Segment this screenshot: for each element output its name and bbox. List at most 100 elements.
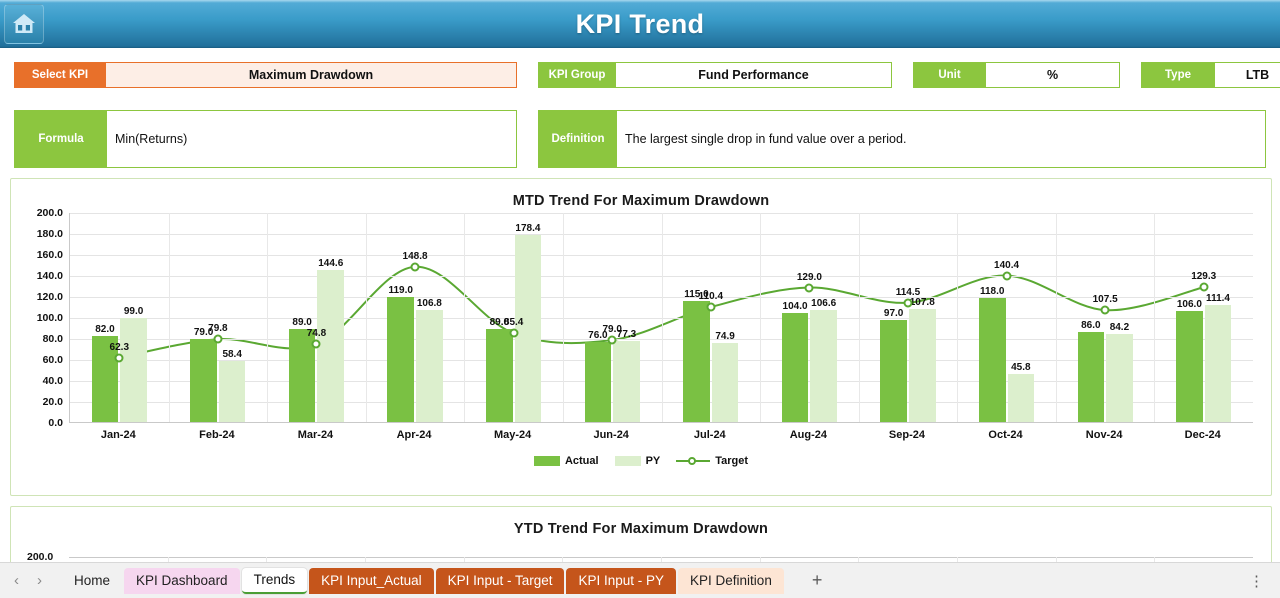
unit-field[interactable]: Unit %	[913, 62, 1120, 88]
chart-legend: Actual PY Target	[11, 455, 1271, 467]
x-axis-label: Jan-24	[100, 429, 136, 441]
definition-value: The largest single drop in fund value ov…	[617, 111, 1265, 167]
kpi-group-label: KPI Group	[538, 62, 616, 88]
data-label-target: 85.4	[503, 317, 524, 329]
home-button[interactable]	[4, 4, 44, 44]
data-label-py: 45.8	[1011, 361, 1031, 373]
data-label-py: 111.4	[1206, 293, 1230, 305]
y-axis-tick: 40.0	[42, 375, 63, 387]
vertical-gridline	[464, 213, 466, 422]
sheet-tab-bar: ‹ › Home KPI Dashboard Trends KPI Input_Act…	[0, 562, 1280, 598]
sheet-tab-kpi-input-actual[interactable]: KPI Input_Actual	[309, 567, 434, 594]
y-axis-tick: 20.0	[42, 396, 63, 408]
data-label-actual: 89.0	[292, 316, 312, 328]
bar-actual	[387, 297, 415, 422]
plot-canvas: 82.0 99.0 62.3 79.0 58.4 79.8 89.0 144.6 74.8 119…	[69, 213, 1253, 423]
bar-py	[810, 310, 837, 422]
kpi-trend-page: KPI Trend Select KPI Maximum Drawdown KP…	[0, 0, 1280, 598]
sheet-tab-kpi-input-py[interactable]: KPI Input - PY	[566, 567, 677, 594]
y-axis-tick: 100.0	[36, 312, 63, 324]
sheet-tab-trends[interactable]: Trends	[241, 567, 308, 594]
vertical-gridline	[562, 213, 564, 422]
vertical-gridline	[168, 213, 170, 422]
target-marker	[213, 334, 223, 344]
y-axis-tick: 140.0	[36, 270, 63, 282]
bar-actual	[486, 328, 513, 422]
type-value[interactable]: LTB	[1215, 62, 1280, 88]
data-label-py: 106.6	[811, 298, 837, 310]
formula-field: Formula Min(Returns)	[14, 110, 517, 168]
data-label-actual: 106.0	[1176, 298, 1202, 310]
target-marker	[509, 328, 519, 338]
bar-actual	[978, 298, 1006, 422]
vertical-gridline	[365, 213, 367, 422]
definition-label: Definition	[539, 111, 617, 167]
sheet-tab-kpi-dashboard[interactable]: KPI Dashboard	[124, 567, 240, 594]
data-label-target: 114.5	[895, 286, 921, 298]
kebab-menu-icon[interactable]: ⋮	[1243, 572, 1270, 590]
bar-actual	[880, 320, 907, 422]
bar-py	[1204, 305, 1232, 422]
vertical-gridline	[858, 213, 860, 422]
formula-label: Formula	[15, 111, 107, 167]
target-marker	[1199, 282, 1209, 292]
x-axis-label: Mar-24	[297, 429, 334, 441]
select-kpi-field[interactable]: Select KPI Maximum Drawdown	[14, 62, 517, 88]
vertical-gridline	[957, 213, 959, 422]
x-axis-label: Aug-24	[789, 429, 828, 441]
bar-py	[317, 270, 345, 422]
data-label-py: 106.8	[416, 297, 442, 309]
bar-py	[1106, 333, 1133, 422]
select-kpi-value[interactable]: Maximum Drawdown	[106, 62, 517, 88]
data-label-target: 110.4	[698, 291, 724, 303]
data-label-actual: 119.0	[388, 285, 413, 297]
target-marker	[410, 262, 420, 272]
bar-actual	[1176, 310, 1203, 422]
add-sheet-button[interactable]: +	[804, 570, 831, 591]
bar-actual	[1077, 331, 1105, 422]
data-label-target: 107.5	[1092, 294, 1118, 306]
title-bar: KPI Trend	[0, 0, 1280, 48]
chevron-left-icon[interactable]: ‹	[10, 572, 23, 589]
type-field[interactable]: Type LTB	[1141, 62, 1280, 88]
kpi-group-field[interactable]: KPI Group Fund Performance	[538, 62, 892, 88]
x-axis-label: Jul-24	[693, 429, 726, 441]
data-label-py: 99.0	[123, 306, 144, 318]
mtd-chart-title: MTD Trend For Maximum Drawdown	[512, 193, 770, 209]
data-label-actual: 97.0	[883, 308, 904, 320]
y-axis-tick: 180.0	[36, 228, 63, 240]
sheet-tab-home[interactable]: Home	[62, 568, 122, 594]
bar-py	[120, 318, 147, 422]
legend-label: Target	[715, 455, 749, 467]
data-label-actual: 104.0	[782, 300, 808, 312]
sheet-tab-kpi-definition[interactable]: KPI Definition	[678, 567, 784, 594]
target-marker	[1002, 271, 1012, 281]
kpi-group-value[interactable]: Fund Performance	[616, 62, 892, 88]
y-axis-tick: 200.0	[36, 207, 63, 219]
data-label-actual: 82.0	[95, 323, 115, 335]
sheet-tab-kpi-input-target[interactable]: KPI Input - Target	[435, 567, 565, 594]
target-marker	[311, 339, 321, 349]
legend-line-marker	[676, 456, 711, 466]
vertical-gridline	[267, 213, 269, 422]
target-marker	[903, 298, 913, 308]
y-axis-tick: 120.0	[36, 291, 63, 303]
data-label-target: 129.3	[1191, 271, 1217, 283]
chevron-right-icon[interactable]: ›	[33, 572, 46, 589]
formula-value: Min(Returns)	[107, 111, 516, 167]
mtd-chart-panel: MTD Trend For Maximum Drawdown 0.0 20.0 40…	[10, 178, 1272, 496]
x-axis-label: Sep-24	[888, 429, 925, 441]
legend-label: PY	[645, 455, 661, 467]
data-label-target: 148.8	[402, 250, 428, 262]
y-axis-tick: 0.0	[48, 417, 63, 429]
bar-py	[908, 308, 936, 422]
bar-py	[613, 340, 640, 422]
data-label-target: 79.8	[208, 323, 228, 335]
unit-value[interactable]: %	[986, 62, 1120, 88]
data-label-py: 178.4	[515, 222, 541, 234]
y-axis-tick: 60.0	[42, 354, 63, 366]
y-axis-tick: 160.0	[36, 249, 63, 261]
data-label-target: 140.4	[994, 259, 1020, 271]
bar-py	[711, 343, 739, 422]
selector-row: Select KPI Maximum Drawdown KPI Group Fu…	[0, 58, 1280, 94]
